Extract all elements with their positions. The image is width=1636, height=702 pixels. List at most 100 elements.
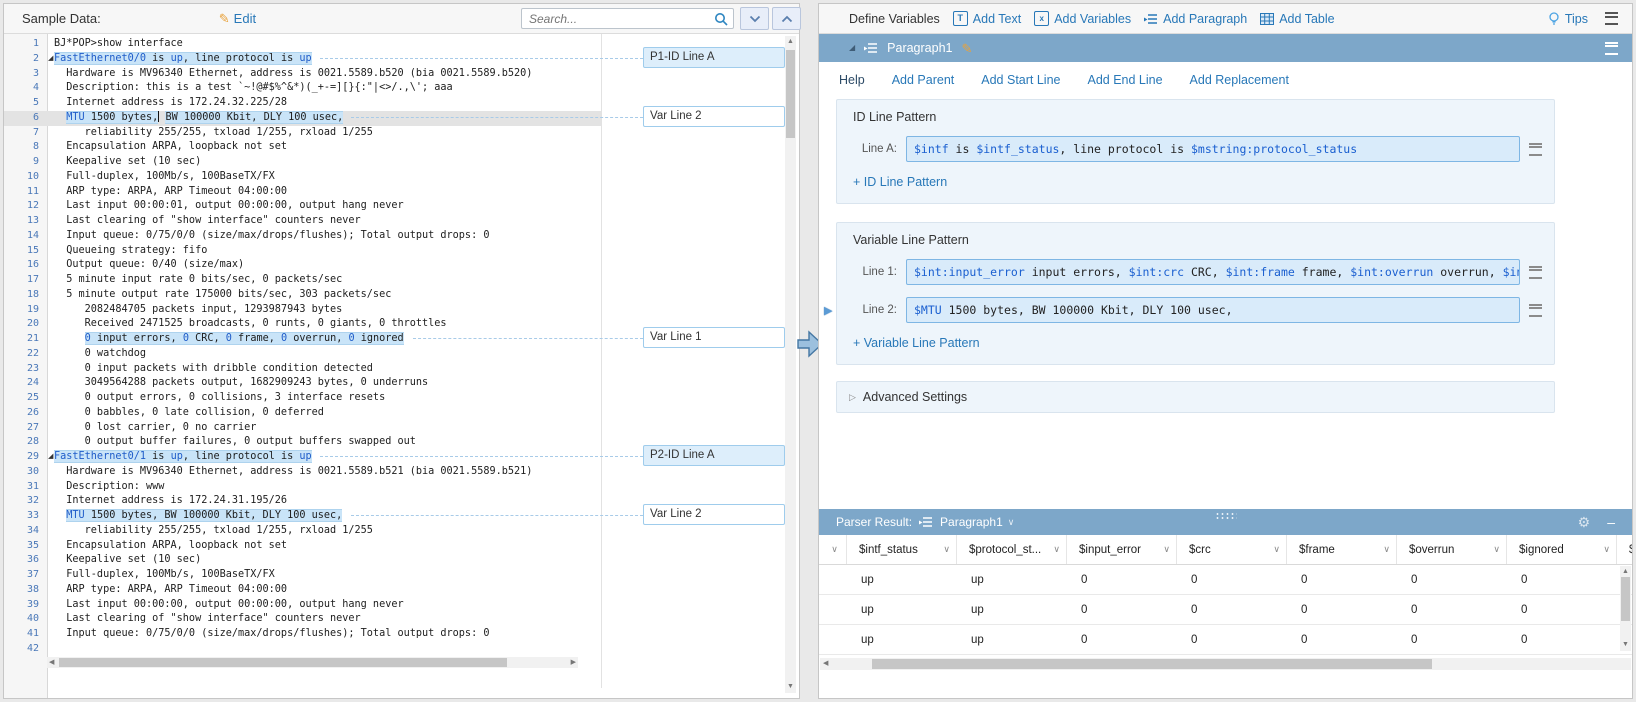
scroll-right-icon[interactable]: ▶ bbox=[571, 657, 576, 668]
pattern-input[interactable]: $MTU 1500 bytes, BW 100000 Kbit, DLY 100… bbox=[906, 297, 1520, 323]
add-start-line-link[interactable]: Add Start Line bbox=[981, 73, 1060, 87]
add-variable-line-pattern-link[interactable]: + Variable Line Pattern bbox=[853, 336, 980, 350]
chevron-down-icon[interactable]: ∨ bbox=[1269, 544, 1280, 555]
table-vertical-scrollbar[interactable]: ▲ ▼ bbox=[1620, 566, 1631, 651]
scroll-left-icon[interactable]: ◀ bbox=[823, 658, 828, 669]
code-line[interactable]: 7 reliability 255/255, txload 1/255, rxl… bbox=[4, 126, 601, 141]
find-previous-button[interactable] bbox=[772, 7, 801, 30]
code-line[interactable]: 2◢FastEthernet0/0 is up, line protocol i… bbox=[4, 52, 601, 67]
menu-icon[interactable] bbox=[1605, 12, 1618, 25]
code-line[interactable]: 6 MTU 1500 bytes, BW 100000 Kbit, DLY 10… bbox=[4, 111, 601, 126]
chevron-down-icon[interactable]: ∨ bbox=[1159, 544, 1170, 555]
column-header[interactable]: $input_error∨ bbox=[1067, 535, 1177, 564]
line-menu-icon[interactable] bbox=[1529, 304, 1542, 317]
add-variables-button[interactable]: x Add Variables bbox=[1034, 11, 1131, 26]
fold-marker-icon[interactable]: ◢ bbox=[48, 54, 53, 63]
line-menu-icon[interactable] bbox=[1529, 266, 1542, 279]
table-row[interactable]: upup00000 bbox=[819, 565, 1632, 595]
column-header[interactable]: $ignored∨ bbox=[1507, 535, 1617, 564]
paragraph-header-bar[interactable]: ◢ Paragraph1 ✎ bbox=[819, 34, 1632, 62]
annotation-scrollbar[interactable]: ▲ ▼ bbox=[785, 36, 796, 693]
advanced-settings-toggle[interactable]: ▷ Advanced Settings bbox=[836, 381, 1555, 413]
code-line[interactable]: 26 0 babbles, 0 late collision, 0 deferr… bbox=[4, 406, 601, 421]
add-id-line-pattern-link[interactable]: + ID Line Pattern bbox=[853, 175, 947, 189]
code-line[interactable]: 22 0 watchdog bbox=[4, 347, 601, 362]
chevron-down-icon[interactable]: ∨ bbox=[1049, 544, 1060, 555]
code-line[interactable]: 1BJ*POP>show interface bbox=[4, 37, 601, 52]
add-text-button[interactable]: T Add Text bbox=[953, 11, 1021, 26]
minimize-icon[interactable]: – bbox=[1607, 517, 1615, 527]
pattern-label[interactable]: Var Line 2 bbox=[643, 106, 785, 127]
edit-sample-data-button[interactable]: ✎ Edit bbox=[219, 11, 256, 26]
pattern-label[interactable]: Var Line 2 bbox=[643, 504, 785, 525]
column-header[interactable]: $M∨ bbox=[1617, 535, 1632, 564]
code-line[interactable]: 35 Encapsulation ARPA, loopback not set bbox=[4, 539, 601, 554]
code-line[interactable]: 3 Hardware is MV96340 Ethernet, address … bbox=[4, 67, 601, 82]
code-line[interactable]: 30 Hardware is MV96340 Ethernet, address… bbox=[4, 465, 601, 480]
table-horizontal-scrollbar[interactable]: ◀ bbox=[820, 658, 1631, 670]
code-horizontal-scrollbar[interactable]: ◀ ▶ bbox=[47, 657, 578, 668]
add-replacement-link[interactable]: Add Replacement bbox=[1190, 73, 1289, 87]
paragraph-menu-icon[interactable] bbox=[1605, 42, 1618, 55]
pattern-input[interactable]: $intf is $intf_status, line protocol is … bbox=[906, 136, 1520, 162]
line-menu-icon[interactable] bbox=[1529, 143, 1542, 156]
chevron-down-icon[interactable]: ∨ bbox=[1599, 544, 1610, 555]
code-line[interactable]: 15 Queueing strategy: fifo bbox=[4, 244, 601, 259]
code-line[interactable]: 14 Input queue: 0/75/0/0 (size/max/drops… bbox=[4, 229, 601, 244]
find-next-button[interactable] bbox=[740, 7, 769, 30]
code-line[interactable]: 16 Output queue: 0/40 (size/max) bbox=[4, 258, 601, 273]
table-row[interactable]: upup00000 bbox=[819, 625, 1632, 655]
code-line[interactable]: 24 3049564288 packets output, 1682909243… bbox=[4, 376, 601, 391]
scroll-down-icon[interactable]: ▼ bbox=[785, 682, 796, 692]
chevron-down-icon[interactable]: ∨ bbox=[1379, 544, 1390, 555]
chevron-down-icon[interactable]: ∨ bbox=[1489, 544, 1500, 555]
fold-marker-icon[interactable]: ◢ bbox=[48, 452, 53, 461]
rename-paragraph-icon[interactable]: ✎ bbox=[961, 42, 972, 55]
pattern-label[interactable]: Var Line 1 bbox=[643, 327, 785, 348]
code-line[interactable]: 31 Description: www bbox=[4, 480, 601, 495]
code-line[interactable]: 12 Last input 00:00:01, output 00:00:00,… bbox=[4, 199, 601, 214]
code-line[interactable]: 42 bbox=[4, 642, 601, 657]
code-line[interactable]: 32 Internet address is 172.24.31.195/26 bbox=[4, 494, 601, 509]
search-icon[interactable] bbox=[714, 12, 728, 26]
code-line[interactable]: 13 Last clearing of "show interface" cou… bbox=[4, 214, 601, 229]
code-line[interactable]: 8 Encapsulation ARPA, loopback not set bbox=[4, 140, 601, 155]
code-line[interactable]: 37 Full-duplex, 100Mb/s, 100BaseTX/FX bbox=[4, 568, 601, 583]
column-header[interactable]: $frame∨ bbox=[1287, 535, 1397, 564]
code-line[interactable]: 17 5 minute input rate 0 bits/sec, 0 pac… bbox=[4, 273, 601, 288]
pattern-input[interactable]: $int:input_error input errors, $int:crc … bbox=[906, 259, 1520, 285]
code-line[interactable]: 40 Last clearing of "show interface" cou… bbox=[4, 612, 601, 627]
column-header[interactable]: $intf_status∨ bbox=[847, 535, 957, 564]
code-line[interactable]: 23 0 input packets with dribble conditio… bbox=[4, 362, 601, 377]
code-line[interactable]: 18 5 minute output rate 175000 bits/sec,… bbox=[4, 288, 601, 303]
gear-icon[interactable]: ⚙ bbox=[1578, 514, 1591, 531]
search-input[interactable] bbox=[527, 11, 714, 27]
scrollbar-thumb[interactable] bbox=[1621, 577, 1630, 621]
scroll-down-icon[interactable]: ▼ bbox=[1620, 640, 1631, 650]
code-line[interactable]: 28 0 output buffer failures, 0 output bu… bbox=[4, 435, 601, 450]
pattern-label[interactable]: P1-ID Line A bbox=[643, 47, 785, 68]
help-link[interactable]: Help bbox=[839, 73, 865, 87]
scrollbar-thumb[interactable] bbox=[872, 659, 1432, 669]
scrollbar-thumb[interactable] bbox=[786, 50, 795, 138]
scroll-left-icon[interactable]: ◀ bbox=[49, 657, 54, 668]
code-line[interactable]: 27 0 lost carrier, 0 no carrier bbox=[4, 421, 601, 436]
code-line[interactable]: 19 2082484705 packets input, 1293987943 … bbox=[4, 303, 601, 318]
code-line[interactable]: 20 Received 2471525 broadcasts, 0 runts,… bbox=[4, 317, 601, 332]
column-header[interactable]: $overrun∨ bbox=[1397, 535, 1507, 564]
code-line[interactable]: 25 0 output errors, 0 collisions, 3 inte… bbox=[4, 391, 601, 406]
code-line[interactable]: 29◢FastEthernet0/1 is up, line protocol … bbox=[4, 450, 601, 465]
scrollbar-thumb[interactable] bbox=[59, 658, 507, 667]
collapse-icon[interactable]: ◢ bbox=[849, 44, 855, 52]
add-parent-link[interactable]: Add Parent bbox=[892, 73, 955, 87]
pattern-label[interactable]: P2-ID Line A bbox=[643, 445, 785, 466]
drag-handle-icon[interactable] bbox=[1215, 512, 1237, 519]
filter-column-header[interactable]: ∨ bbox=[819, 535, 847, 564]
scroll-up-icon[interactable]: ▲ bbox=[1620, 567, 1631, 577]
scroll-up-icon[interactable]: ▲ bbox=[785, 37, 796, 47]
code-line[interactable]: 4 Description: this is a test `~!@#$%^&*… bbox=[4, 81, 601, 96]
column-header[interactable]: $crc∨ bbox=[1177, 535, 1287, 564]
code-line[interactable]: 10 Full-duplex, 100Mb/s, 100BaseTX/FX bbox=[4, 170, 601, 185]
add-end-line-link[interactable]: Add End Line bbox=[1087, 73, 1162, 87]
code-line[interactable]: 11 ARP type: ARPA, ARP Timeout 04:00:00 bbox=[4, 185, 601, 200]
